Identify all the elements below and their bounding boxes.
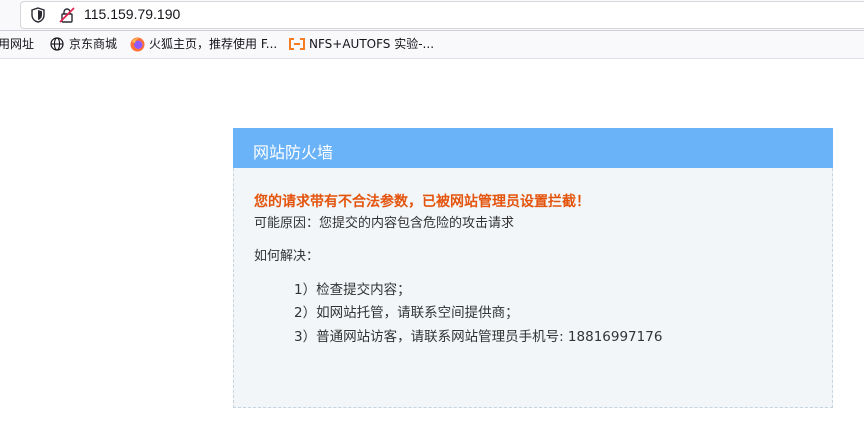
bookmark-item-url[interactable]: 用网址: [0, 36, 34, 52]
browser-toolbar: 115.159.79.190: [0, 0, 864, 31]
bookmark-label: 火狐主页，推荐使用 F...: [149, 37, 278, 51]
reason-text: 可能原因：您提交的内容包含危险的攻击请求: [254, 216, 515, 231]
firewall-notice-card: 网站防火墙 您的请求带有不合法参数，已被网站管理员设置拦截！ 可能原因：您提交的…: [233, 128, 833, 408]
warning-message: 您的请求带有不合法参数，已被网站管理员设置拦截！: [254, 194, 590, 210]
card-title: 网站防火墙: [253, 143, 334, 162]
shield-icon[interactable]: [30, 7, 46, 23]
bookmark-item-firefox[interactable]: 火狐主页，推荐使用 F...: [129, 36, 277, 52]
url-text[interactable]: 115.159.79.190: [84, 6, 180, 22]
bookmark-item-jd[interactable]: 京东商城: [49, 36, 117, 52]
bookmark-label: NFS+AUTOFS 实验-...: [309, 37, 435, 51]
how-to-resolve-label: 如何解决：: [254, 249, 320, 264]
bookmark-label: 京东商城: [69, 37, 118, 51]
bookmarks-toolbar: 用网址 京东商城 火狐主页，推荐使用 F... NFS+AUTOFS 实验-..…: [0, 31, 864, 59]
solution-step: 3）普通网站访客，请联系网站管理员手机号: 18816997176: [294, 329, 663, 345]
solution-step: 2）如网站托管，请联系空间提供商；: [294, 305, 519, 321]
card-header: 网站防火墙: [233, 128, 833, 168]
bookmark-item-nfs[interactable]: NFS+AUTOFS 实验-...: [289, 36, 434, 52]
brackets-icon: [289, 36, 305, 52]
globe-icon: [49, 36, 65, 52]
solution-step: 1）检查提交内容；: [294, 282, 411, 298]
firefox-icon: [129, 36, 145, 52]
insecure-lock-icon[interactable]: [59, 7, 75, 23]
bookmark-label: 用网址: [0, 37, 35, 51]
